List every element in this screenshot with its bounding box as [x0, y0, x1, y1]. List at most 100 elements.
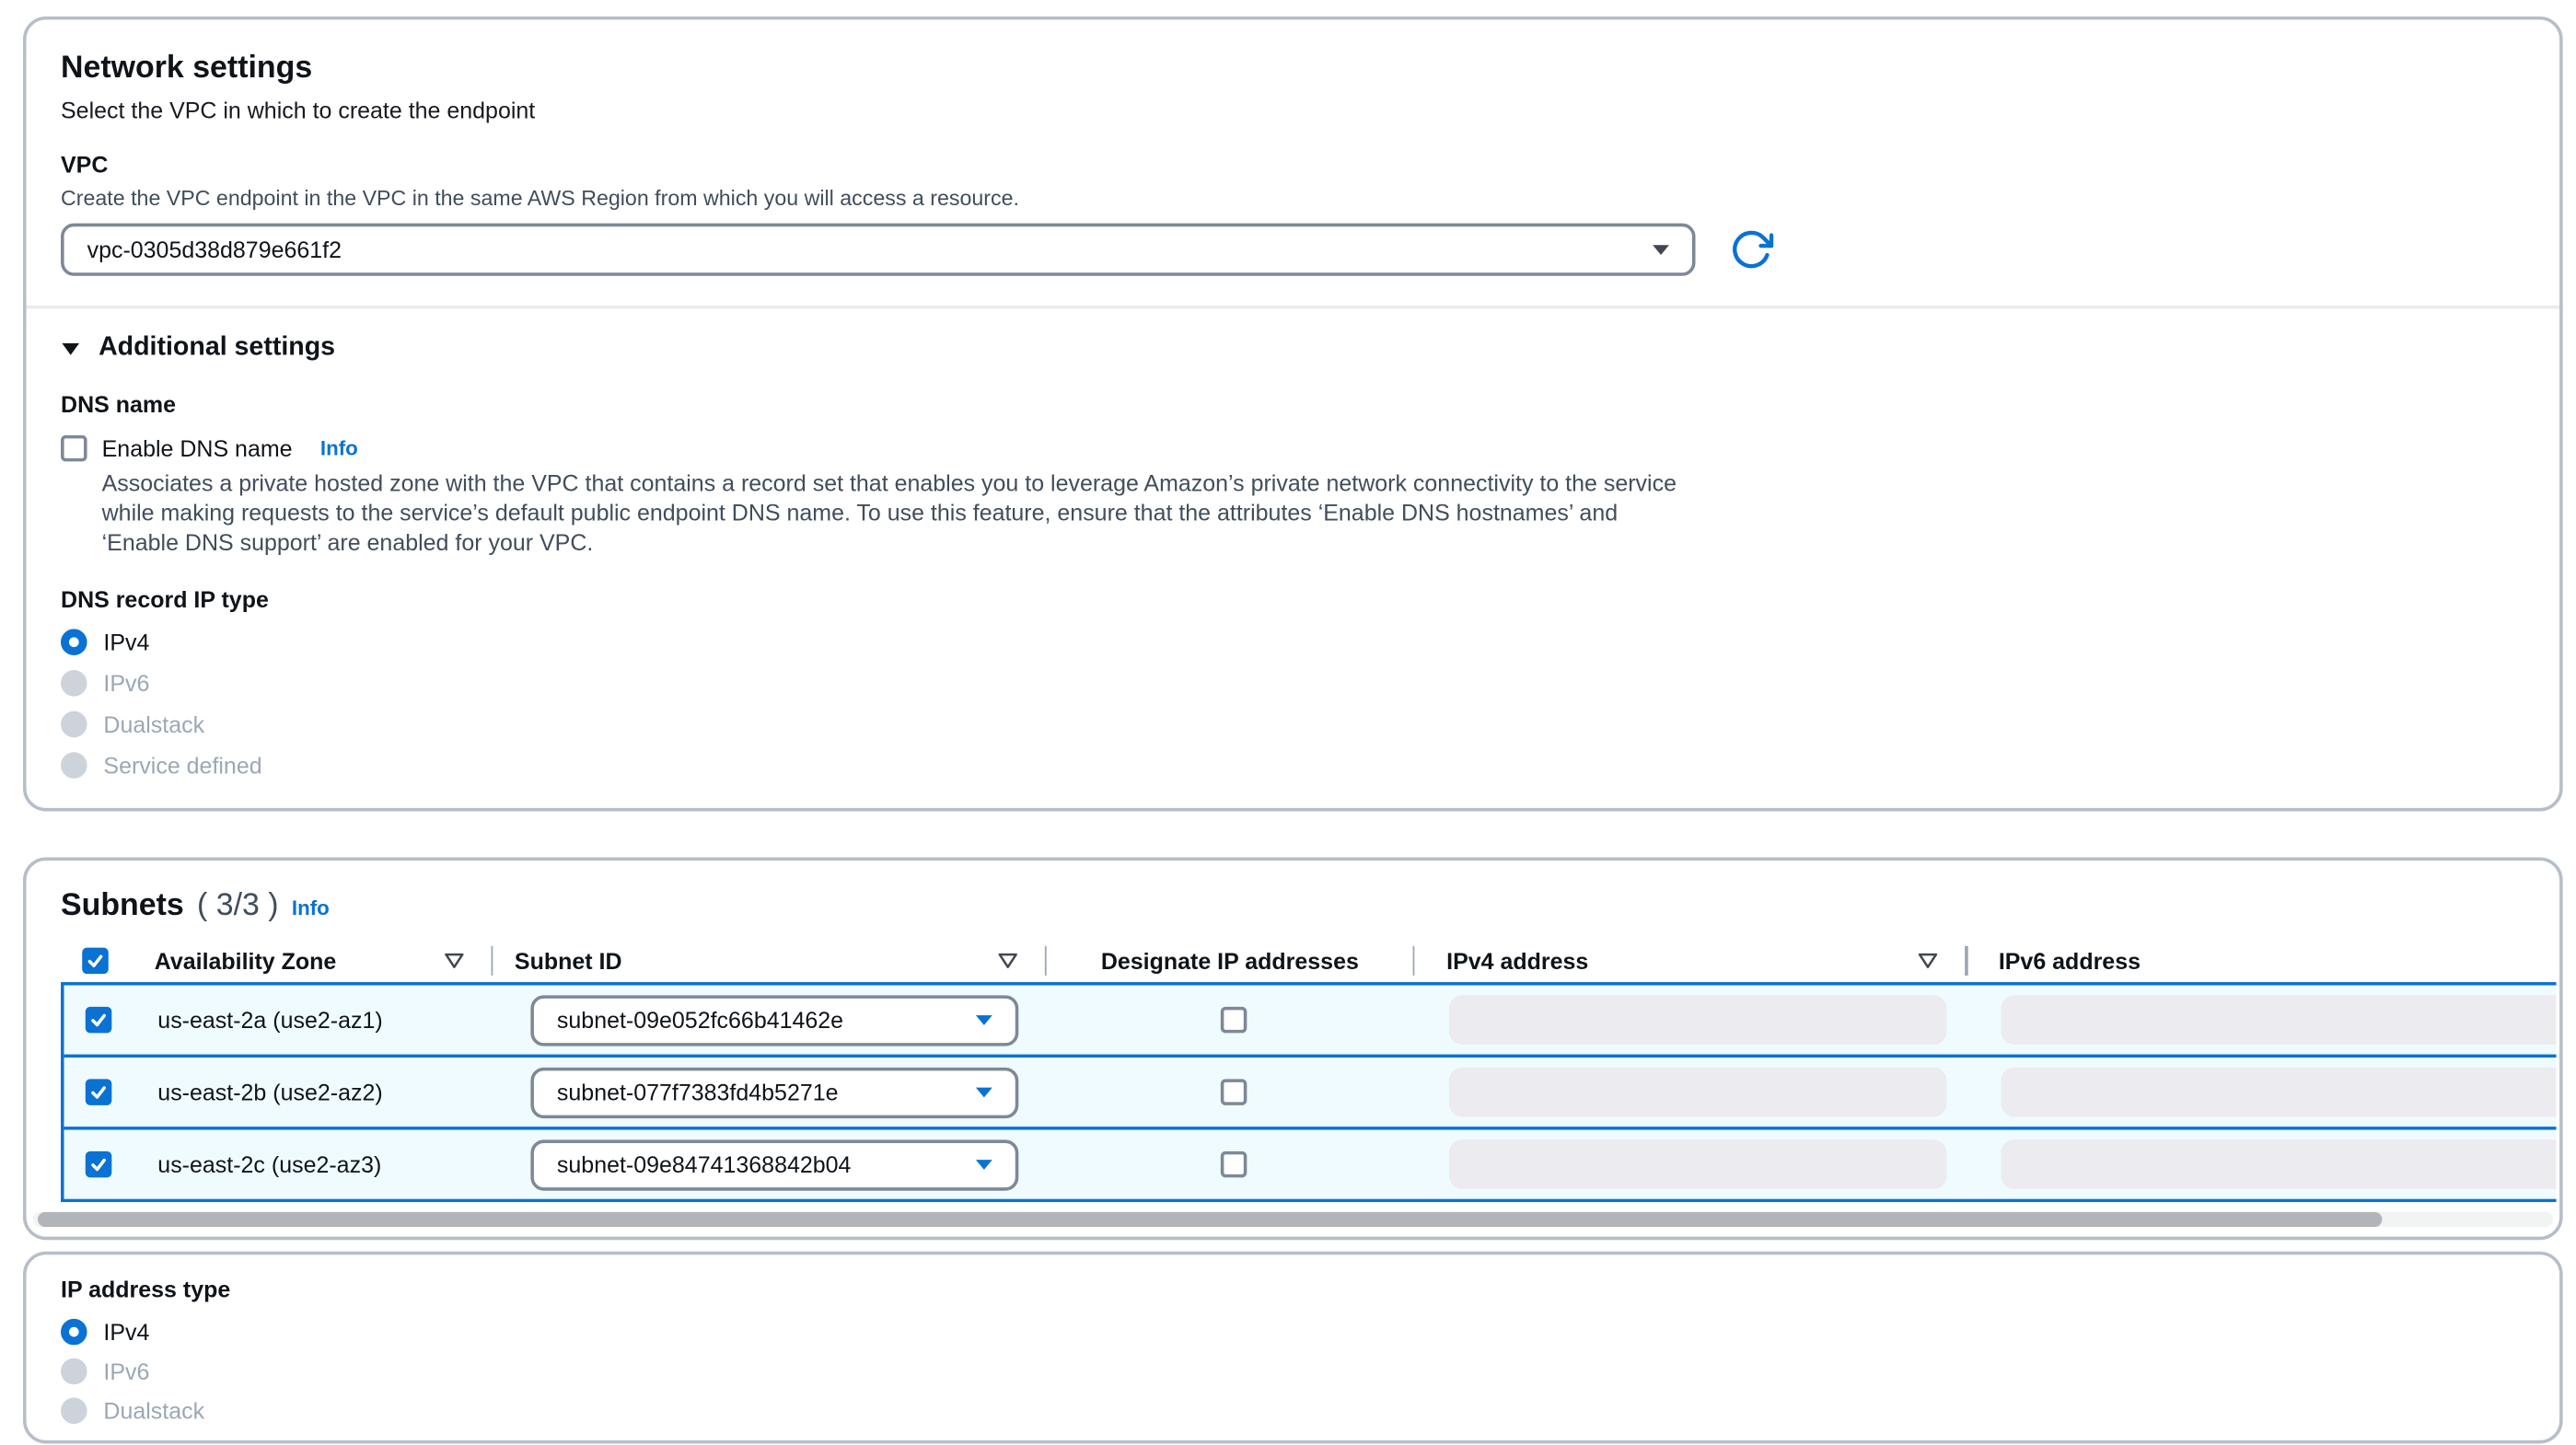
- column-header-availability-zone[interactable]: Availability Zone: [133, 947, 491, 974]
- subnets-title: Subnets: [61, 887, 184, 925]
- row-select-cell: [64, 1079, 137, 1105]
- subnets-info-link[interactable]: Info: [292, 896, 330, 919]
- select-all-cell: [61, 947, 133, 974]
- refresh-icon: [1728, 226, 1774, 272]
- vpc-select-value: vpc-0305d38d879e661f2: [87, 237, 342, 263]
- radio-selected-icon: [61, 629, 87, 655]
- chevron-down-icon: [974, 1085, 993, 1098]
- ipv4-address-input: [1449, 995, 1947, 1045]
- availability-zone-cell: us-east-2b (use2-az2): [136, 1079, 496, 1105]
- radio-disabled-icon: [61, 711, 87, 738]
- ipv6-address-input: [2001, 995, 2556, 1045]
- ip-address-type-card: IP address type IPv4 IPv6 Dualstack: [23, 1252, 2563, 1444]
- table-row: us-east-2b (use2-az2) subnet-077f7383fd4…: [64, 1058, 2557, 1130]
- radio-selected-icon: [61, 1319, 87, 1346]
- subnets-table: Availability Zone Subnet ID Designate IP…: [61, 938, 2557, 1202]
- radio-option-ipv6: IPv6: [61, 1358, 2525, 1385]
- designate-ip-cell: [1050, 1007, 1418, 1034]
- column-header-ipv4-address[interactable]: IPv4 address: [1415, 947, 1965, 974]
- row-select-checkbox[interactable]: [86, 1151, 112, 1178]
- radio-option-ipv4[interactable]: IPv4: [61, 629, 2525, 655]
- network-settings-title: Network settings: [61, 50, 2525, 87]
- subnets-header: Subnets ( 3/3 ) Info: [61, 887, 2525, 925]
- subnet-select[interactable]: subnet-077f7383fd4b5271e: [530, 1067, 1018, 1117]
- dns-name-label: DNS name: [61, 391, 2525, 419]
- radio-option-ipv4[interactable]: IPv4: [61, 1319, 2525, 1346]
- filter-icon[interactable]: [997, 950, 1018, 969]
- ipv4-address-input: [1449, 1068, 1947, 1117]
- section-divider: [27, 306, 2560, 309]
- ipv6-address-cell: [1969, 995, 2556, 1045]
- refresh-button[interactable]: [1725, 224, 1778, 276]
- subnets-card: Subnets ( 3/3 ) Info Availability Zone: [23, 857, 2563, 1240]
- ipv4-address-cell: [1418, 1068, 1970, 1117]
- table-header-row: Availability Zone Subnet ID Designate IP…: [61, 938, 2557, 982]
- subnet-id-cell: subnet-09e84741368842b04: [496, 1139, 1050, 1189]
- subnet-id-cell: subnet-09e052fc66b41462e: [496, 994, 1050, 1045]
- additional-settings-title: Additional settings: [99, 331, 335, 364]
- table-row: us-east-2a (use2-az1) subnet-09e052fc66b…: [64, 986, 2557, 1058]
- ipv4-address-input: [1449, 1139, 1947, 1189]
- network-settings-card: Network settings Select the VPC in which…: [23, 17, 2563, 812]
- table-body: us-east-2a (use2-az1) subnet-09e052fc66b…: [61, 982, 2557, 1202]
- row-select-checkbox[interactable]: [86, 1007, 112, 1034]
- radio-option-ipv6: IPv6: [61, 670, 2525, 697]
- ip-address-type-group: IPv4 IPv6 Dualstack: [61, 1319, 2525, 1424]
- radio-disabled-icon: [61, 752, 87, 779]
- enable-dns-checkbox-label: Enable DNS name: [102, 435, 293, 462]
- enable-dns-row: Enable DNS name Info: [61, 435, 2525, 462]
- scrollbar-thumb[interactable]: [38, 1212, 2382, 1227]
- expand-caret-icon: [61, 341, 80, 355]
- vpc-select-row: vpc-0305d38d879e661f2: [61, 224, 2525, 276]
- radio-disabled-icon: [61, 670, 87, 697]
- subnet-select[interactable]: subnet-09e84741368842b04: [530, 1139, 1018, 1189]
- column-header-subnet-id[interactable]: Subnet ID: [493, 947, 1045, 974]
- dns-record-ip-type-group: IPv4 IPv6 Dualstack Service defined: [61, 629, 2525, 778]
- radio-option-service-defined: Service defined: [61, 752, 2525, 779]
- radio-disabled-icon: [61, 1358, 87, 1385]
- designate-ip-cell: [1050, 1079, 1418, 1105]
- chevron-down-icon: [1651, 243, 1670, 256]
- designate-ip-checkbox[interactable]: [1221, 1151, 1247, 1178]
- availability-zone-cell: us-east-2a (use2-az1): [136, 1007, 496, 1034]
- table-row: us-east-2c (use2-az3) subnet-09e84741368…: [64, 1130, 2557, 1199]
- designate-ip-checkbox[interactable]: [1221, 1007, 1247, 1034]
- column-header-designate-ip[interactable]: Designate IP addresses: [1047, 947, 1412, 974]
- designate-ip-cell: [1050, 1151, 1418, 1178]
- chevron-down-icon: [974, 1013, 993, 1026]
- row-select-checkbox[interactable]: [86, 1079, 112, 1105]
- dns-record-ip-type-label: DNS record IP type: [61, 586, 2525, 614]
- chevron-down-icon: [974, 1158, 993, 1171]
- radio-option-dualstack: Dualstack: [61, 1398, 2525, 1425]
- ipv4-address-cell: [1418, 1139, 1970, 1189]
- vpc-label: VPC: [61, 151, 2525, 179]
- ipv6-address-cell: [1969, 1068, 2556, 1117]
- vpc-select[interactable]: vpc-0305d38d879e661f2: [61, 224, 1695, 276]
- filter-icon[interactable]: [443, 950, 464, 969]
- dns-name-info-link[interactable]: Info: [320, 437, 358, 460]
- select-all-checkbox[interactable]: [82, 947, 109, 974]
- row-select-cell: [64, 1007, 137, 1034]
- radio-option-dualstack: Dualstack: [61, 711, 2525, 738]
- subnets-count: ( 3/3 ): [197, 888, 279, 924]
- page: Network settings Select the VPC in which…: [0, 0, 2576, 1445]
- designate-ip-checkbox[interactable]: [1221, 1079, 1247, 1105]
- vpc-description: Create the VPC endpoint in the VPC in th…: [61, 186, 2525, 213]
- subnet-id-cell: subnet-077f7383fd4b5271e: [496, 1067, 1050, 1117]
- ip-address-type-label: IP address type: [61, 1276, 2525, 1303]
- enable-dns-checkbox[interactable]: [61, 435, 87, 462]
- dns-name-description: Associates a private hosted zone with th…: [102, 468, 1696, 557]
- availability-zone-cell: us-east-2c (use2-az3): [136, 1151, 496, 1178]
- additional-settings-toggle[interactable]: Additional settings: [61, 331, 2525, 364]
- subnet-select[interactable]: subnet-09e052fc66b41462e: [530, 994, 1018, 1045]
- ipv4-address-cell: [1418, 995, 1970, 1045]
- row-select-cell: [64, 1151, 137, 1178]
- filter-icon[interactable]: [1918, 950, 1939, 969]
- radio-disabled-icon: [61, 1398, 87, 1425]
- ipv6-address-input: [2001, 1139, 2556, 1189]
- column-header-ipv6-address[interactable]: IPv6 address: [1967, 947, 2557, 974]
- ipv6-address-input: [2001, 1068, 2556, 1117]
- ipv6-address-cell: [1969, 1139, 2556, 1189]
- horizontal-scrollbar[interactable]: [33, 1212, 2553, 1227]
- network-settings-subtitle: Select the VPC in which to create the en…: [61, 95, 2525, 124]
